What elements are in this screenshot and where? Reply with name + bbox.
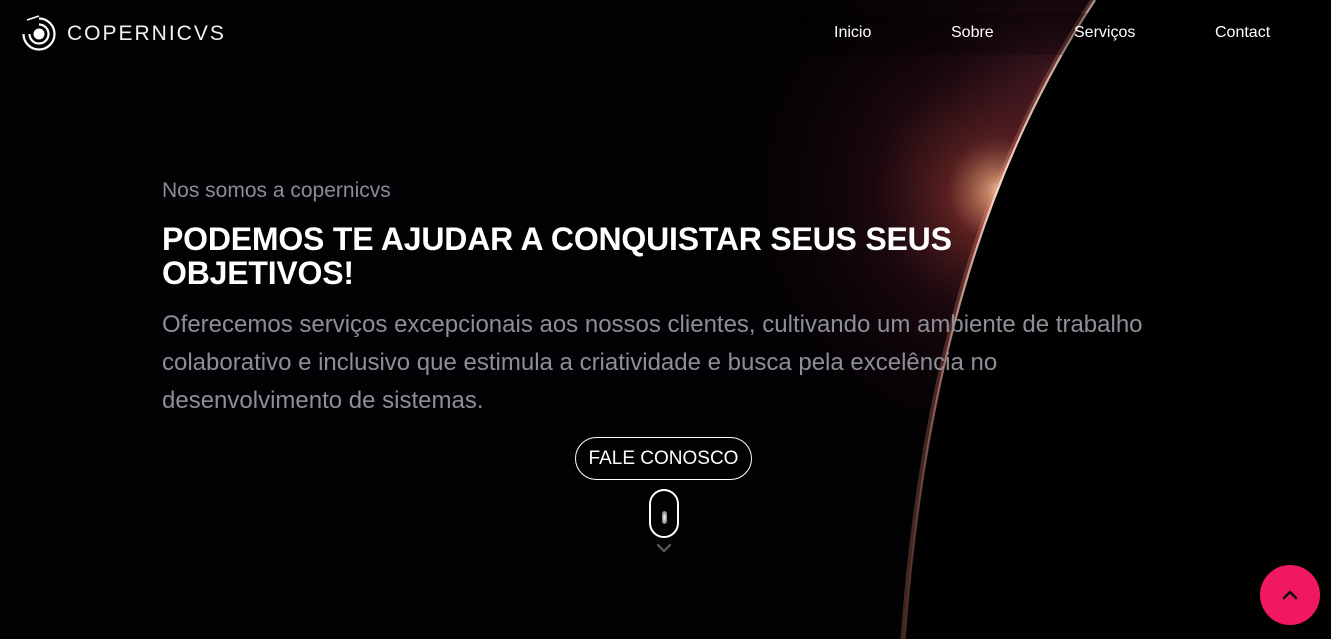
site-logo[interactable]: COPERNICVS bbox=[19, 14, 226, 54]
nav-link-contact[interactable]: Contact bbox=[1215, 24, 1270, 42]
main-navigation: Inicio Sobre Serviços Contact bbox=[795, 13, 1315, 55]
scroll-indicator[interactable] bbox=[649, 489, 679, 559]
contact-cta-button[interactable]: FALE CONOSCO bbox=[575, 437, 752, 480]
landing-page: COPERNICVS Inicio Sobre Serviços Contact… bbox=[0, 0, 1331, 639]
nav-link-servicos[interactable]: Serviços bbox=[1074, 24, 1135, 42]
copernicus-orbit-icon bbox=[22, 15, 56, 51]
back-to-top-button[interactable] bbox=[1260, 565, 1320, 625]
mouse-wheel bbox=[662, 511, 667, 524]
chevron-up-icon bbox=[1282, 590, 1298, 600]
hero-kicker: Nos somos a copernicvs bbox=[162, 179, 391, 202]
nav-link-inicio[interactable]: Inicio bbox=[834, 24, 871, 42]
nav-link-sobre[interactable]: Sobre bbox=[951, 24, 994, 42]
chevron-down-icon bbox=[656, 543, 672, 553]
logo-text: COPERNICVS bbox=[67, 22, 226, 45]
hero-description: Oferecemos serviços excepcionais aos nos… bbox=[162, 311, 1143, 414]
mouse-scroll-icon bbox=[649, 489, 679, 538]
hero-headline: PODEMOS TE AJUDAR A CONQUISTAR SEUS SEUS… bbox=[162, 221, 952, 291]
